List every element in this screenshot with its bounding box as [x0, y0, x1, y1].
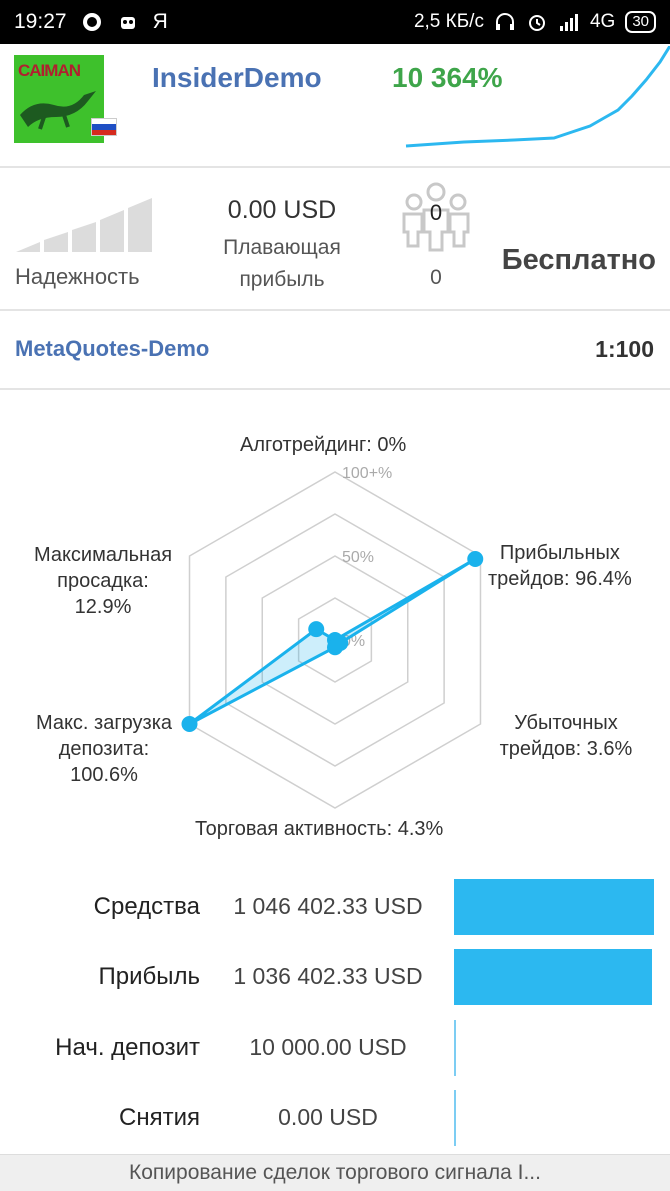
balance-row-equity: Средства 1 046 402.33 USD [0, 879, 670, 935]
floating-profit-value: 0.00 USD [227, 196, 337, 224]
battery-icon: 30 [625, 11, 656, 33]
network-type: 4G [589, 11, 616, 32]
radar-label-algo: Алготрейдинг: 0% [240, 434, 407, 456]
balance-label: Средства [93, 893, 200, 920]
signal-strength-icon [559, 14, 578, 31]
radar-label-drawdown: Максимальная просадка: 12.9% [14, 542, 192, 620]
balance-bar [454, 1090, 456, 1146]
balance-label: Прибыль [98, 963, 200, 990]
radar-label-deposit-line2: депозита: [58, 738, 150, 760]
reliability-label: Надежность [15, 264, 140, 289]
radar-label-deposit-load: Макс. загрузка депозита: 100.6% [14, 710, 194, 788]
floating-profit-label-line2: прибыль [239, 268, 325, 291]
balance-value: 0.00 USD [278, 1104, 378, 1130]
radar-label-loss-trades: Убыточных трейдов: 3.6% [486, 710, 646, 762]
balance-row-withdrawals: Снятия 0.00 USD [0, 1090, 670, 1146]
notification-robot-icon [120, 17, 135, 29]
divider [0, 166, 670, 168]
balance-bar [454, 949, 652, 1005]
balance-bar-track [454, 1090, 654, 1146]
radar-label-deposit-line1: Макс. загрузка [35, 712, 173, 734]
balance-value: 1 036 402.33 USD [233, 963, 423, 989]
notification-app-icon [82, 13, 101, 31]
radar-label-profit-line2: трейдов: 96.4% [488, 568, 632, 590]
radar-label-drawdown-line2: просадка: [57, 570, 149, 592]
radar-label-drawdown-line3: 12.9% [74, 596, 132, 618]
subscribers-value: 0 [430, 266, 442, 289]
headphones-icon [495, 13, 514, 30]
balance-bar [454, 1020, 456, 1076]
radar-label-profit-trades: Прибыльных трейдов: 96.4% [488, 540, 632, 592]
divider [0, 388, 670, 390]
subscription-price[interactable]: Бесплатно [480, 244, 656, 277]
broker-server[interactable]: MetaQuotes-Demo [15, 336, 209, 362]
radar-point-profit_trades [467, 551, 484, 568]
radar-label-deposit-line3: 100.6% [70, 764, 138, 786]
subscribers-count: 0 [429, 200, 443, 225]
radar-tick-mid: 50% [342, 549, 374, 566]
growth-sparkline [405, 46, 670, 148]
alarm-icon [528, 15, 545, 31]
balance-row-profit: Прибыль 1 036 402.33 USD [0, 949, 670, 1005]
balance-value: 1 046 402.33 USD [233, 893, 423, 919]
balance-label: Нач. депозит [55, 1034, 200, 1061]
radar-point-drawdown [308, 621, 325, 638]
radar-chart: 100+% 50% 0% Алготрейдинг: 0% Прибыльных… [0, 420, 670, 850]
reliability-bars-icon [16, 198, 152, 252]
radar-point-activity [327, 639, 343, 656]
balance-row-initial-deposit: Нач. депозит 10 000.00 USD [0, 1020, 670, 1076]
balance-bar [454, 879, 654, 935]
floating-profit-label-line1: Плавающая [223, 236, 341, 259]
balance-bar-track [454, 879, 654, 935]
status-bar: 19:27 Я 2,5 КБ/с 4G 30 [0, 0, 670, 44]
copy-signal-button[interactable]: Копирование сделок торгового сигнала I..… [0, 1154, 670, 1191]
radar-label-profit-line1: Прибыльных [499, 542, 620, 564]
network-speed: 2,5 КБ/с [413, 11, 484, 32]
radar-tick-max: 100+% [342, 465, 392, 482]
balance-value: 10 000.00 USD [249, 1034, 407, 1060]
status-carrier-glyph: Я [152, 10, 168, 33]
radar-label-loss-line2: трейдов: 3.6% [499, 738, 633, 760]
radar-label-drawdown-line1: Максимальная [33, 544, 173, 566]
status-time: 19:27 [14, 10, 67, 33]
leverage-value: 1:100 [595, 336, 654, 362]
radar-label-activity: Торговая активность: 4.3% [195, 818, 444, 840]
balance-label: Снятия [119, 1104, 200, 1131]
balance-bar-track [454, 1020, 654, 1076]
floating-profit-label: Плавающая прибыль [200, 232, 364, 296]
balance-bar-track [454, 949, 654, 1005]
divider [0, 309, 670, 311]
russia-flag-icon [91, 118, 117, 136]
signal-name[interactable]: InsiderDemo [152, 62, 322, 94]
radar-series [181, 551, 484, 732]
radar-label-loss-line1: Убыточных [514, 712, 618, 734]
